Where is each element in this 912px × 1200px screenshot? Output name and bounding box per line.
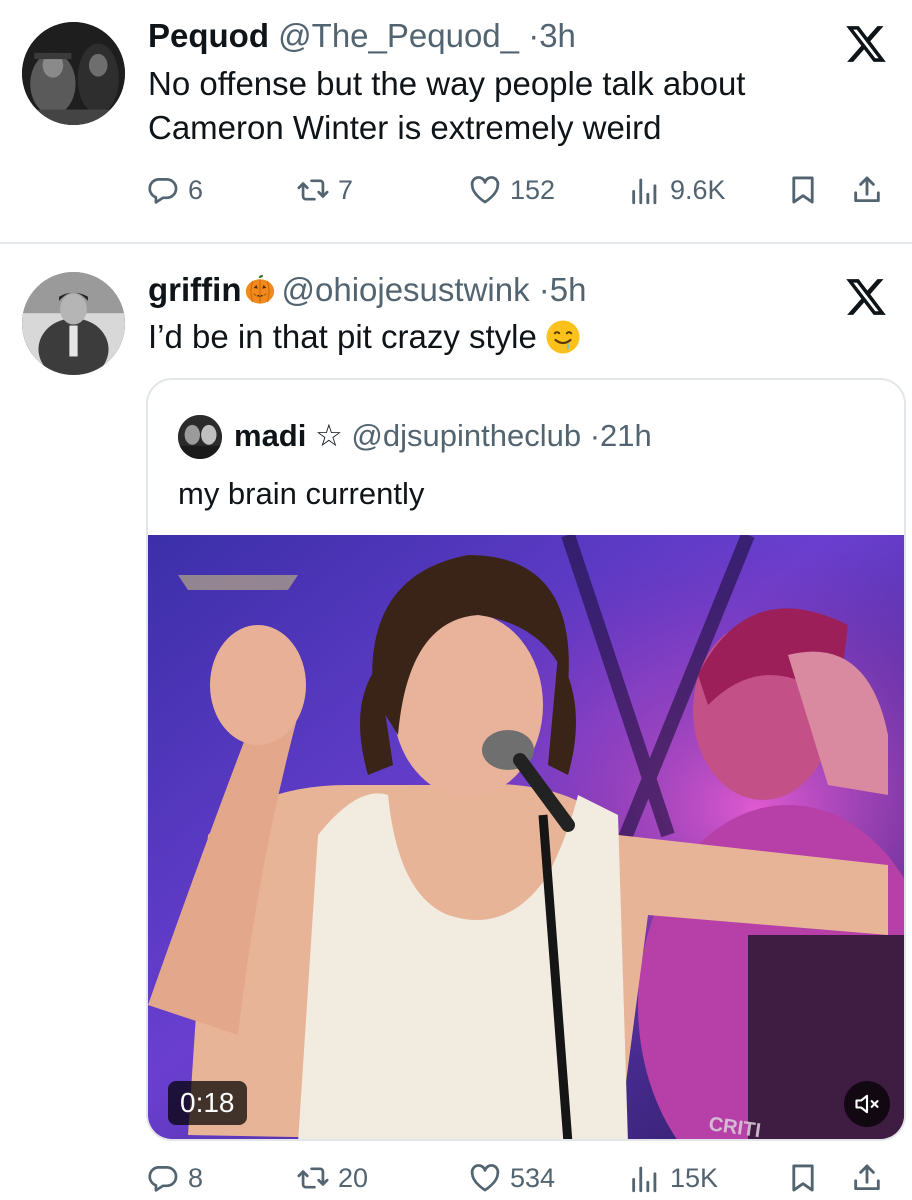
display-name[interactable]: Pequod [148,17,269,54]
reply-button[interactable]: 6 [146,168,203,212]
bookmark-icon [786,1161,820,1195]
tweet-pequod[interactable]: Pequod @The_Pequod_ ·3h No offense but t… [0,0,912,245]
timestamp[interactable]: 3h [539,17,576,54]
views-icon [628,1161,662,1195]
drooling-face-emoji-icon [546,320,580,354]
quoted-user-handle[interactable]: @djsupintheclub [351,418,581,453]
quoted-timestamp[interactable]: 21h [600,418,652,453]
views-button[interactable]: 9.6K [628,168,726,212]
reply-button[interactable]: 8 [146,1156,203,1200]
share-button[interactable] [850,168,884,212]
like-button[interactable]: 534 [468,1156,555,1200]
repost-count: 7 [338,174,354,205]
bookmark-button[interactable] [786,1156,820,1200]
bookmark-button[interactable] [786,168,820,212]
display-name[interactable]: griffin [148,271,241,308]
repost-button[interactable]: 7 [296,168,353,212]
separator-dot: · [528,17,540,54]
star-badge-icon: ☆ [314,418,343,453]
tweet-griffin[interactable]: griffin @ohiojesustwink ·5h I’d be in th… [0,245,912,1199]
repost-icon [296,173,330,207]
pumpkin-emoji-icon [246,275,275,304]
separator-dot: · [538,271,550,308]
tweet-divider [0,242,912,244]
tweet-header: Pequod @The_Pequod_ ·3h [148,16,576,56]
user-handle[interactable]: @ohiojesustwink [281,271,529,308]
like-count: 534 [510,1162,556,1193]
view-count: 15K [670,1162,719,1193]
tweet-text-content: I’d be in that pit crazy style [148,318,537,355]
heart-icon [468,173,502,207]
share-icon [850,173,884,207]
video-player[interactable]: CRITI 0:18 [148,535,904,1139]
quoted-avatar[interactable] [178,415,222,459]
action-bar: 8 20 534 15K [146,1156,888,1200]
avatar[interactable] [22,22,125,125]
view-count: 9.6K [670,174,726,205]
heart-icon [468,1161,502,1195]
like-count: 152 [510,174,556,205]
share-icon [850,1161,884,1195]
avatar[interactable] [22,272,125,375]
video-frame: CRITI [148,535,904,1139]
tweet-header: griffin @ohiojesustwink ·5h [148,270,587,310]
quoted-display-name[interactable]: madi [234,418,306,453]
action-bar: 6 7 152 9.6K [146,168,888,212]
x-logo [844,22,888,66]
speaker-muted-icon [855,1094,879,1114]
repost-icon [296,1161,330,1195]
x-logo [844,275,888,319]
views-icon [628,173,662,207]
repost-count: 20 [338,1162,369,1193]
tweet-text: I’d be in that pit crazy style [148,315,868,359]
quoted-tweet[interactable]: madi ☆ @djsupintheclub ·21h my brain cur… [146,378,906,1141]
reply-count: 6 [188,174,204,205]
timestamp[interactable]: 5h [550,271,587,308]
separator-dot: · [589,418,601,453]
quoted-text: my brain currently [178,476,425,511]
views-button[interactable]: 15K [628,1156,718,1200]
bookmark-icon [786,173,820,207]
video-timer: 0:18 [168,1081,247,1125]
share-button[interactable] [850,1156,884,1200]
like-button[interactable]: 152 [468,168,555,212]
repost-button[interactable]: 20 [296,1156,368,1200]
tweet-text: No offense but the way people talk about… [148,65,746,146]
quoted-header: madi ☆ @djsupintheclub ·21h [234,416,652,456]
mute-button[interactable] [844,1081,890,1127]
reply-icon [146,173,180,207]
reply-icon [146,1161,180,1195]
reply-count: 8 [188,1162,204,1193]
user-handle[interactable]: @The_Pequod_ [278,17,519,54]
